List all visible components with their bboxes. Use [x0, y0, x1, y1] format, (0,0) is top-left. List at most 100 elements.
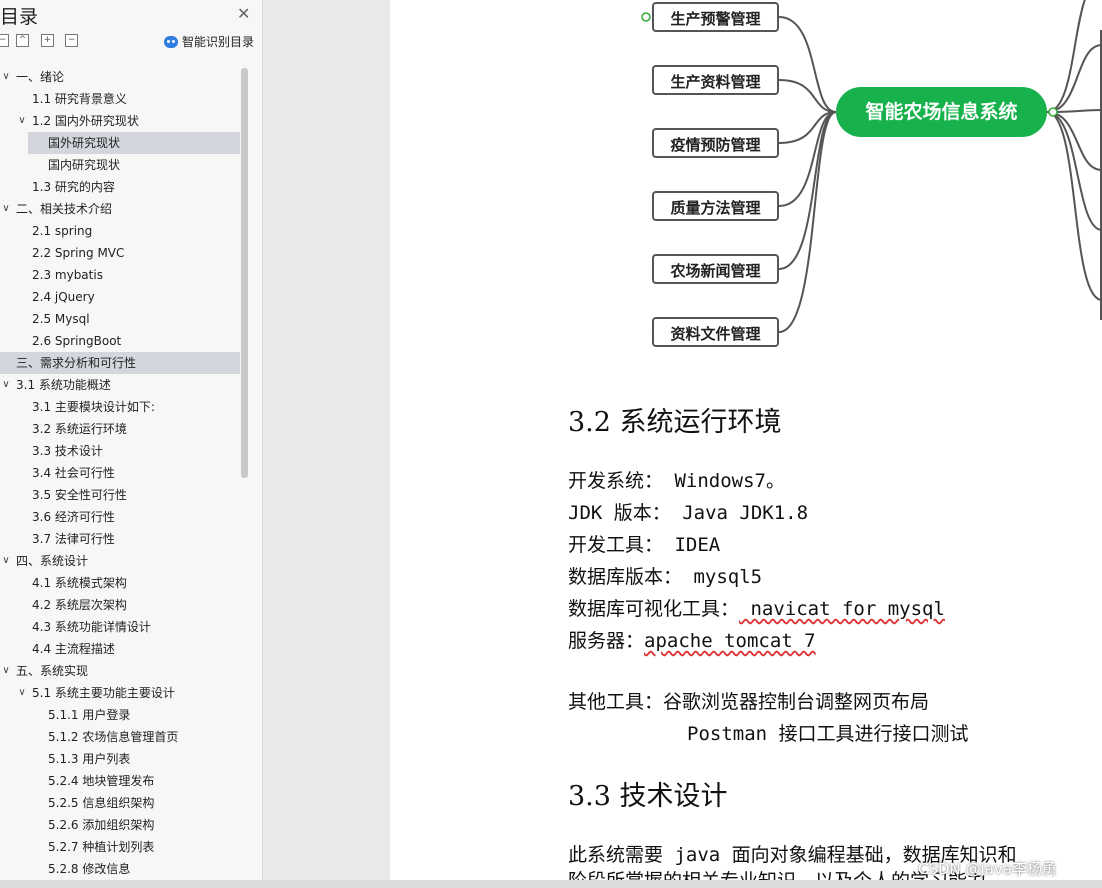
toc-item[interactable]: 5.2.6 添加组织架构: [0, 814, 240, 836]
toc-item-label: 5.2.4 地块管理发布: [48, 774, 155, 788]
mindmap-node: 农场新闻管理: [652, 254, 779, 284]
toc-item-label: 3.5 安全性可行性: [32, 488, 127, 502]
toc-item-label: 一、绪论: [16, 70, 65, 84]
robot-icon: [164, 35, 178, 48]
toc-item-label: 三、需求分析和可行性: [16, 356, 137, 370]
toc-item-label: 1.1 研究背景意义: [32, 92, 127, 106]
mindmap-center-node: 智能农场信息系统: [836, 87, 1047, 137]
toc-item[interactable]: ∨ 1.2 国内外研究现状: [0, 110, 240, 132]
mindmap-node: 疫情预防管理: [652, 128, 779, 158]
toc-item[interactable]: 5.1.1 用户登录: [0, 704, 240, 726]
toc-item-label: 3.6 经济可行性: [32, 510, 115, 524]
env-line-5: 数据库可视化工具： navicat for mysql: [568, 598, 945, 620]
toc-item[interactable]: 2.4 jQuery: [0, 286, 240, 308]
toc-item[interactable]: 1.1 研究背景意义: [0, 88, 240, 110]
remove-heading-icon[interactable]: −: [65, 34, 78, 47]
toc-item[interactable]: 3.4 社会可行性: [0, 462, 240, 484]
toc-item[interactable]: 5.1.2 农场信息管理首页: [0, 726, 240, 748]
expand-icon[interactable]: ^: [16, 34, 29, 47]
bottom-toolbar-strip: [0, 880, 1102, 888]
toc-item[interactable]: 2.5 Mysql: [0, 308, 240, 330]
sidebar-scrollbar[interactable]: [241, 68, 248, 478]
other-tools-line-1: 其他工具：谷歌浏览器控制台调整网页布局: [568, 691, 930, 713]
toc-item[interactable]: 3.5 安全性可行性: [0, 484, 240, 506]
toc-item[interactable]: 3.6 经济可行性: [0, 506, 240, 528]
toc-item-label: 3.4 社会可行性: [32, 466, 115, 480]
toc-item[interactable]: 1.3 研究的内容: [0, 176, 240, 198]
toc-item[interactable]: ∨ 二、相关技术介绍: [0, 198, 240, 220]
toc-item-label: 3.2 系统运行环境: [32, 422, 127, 436]
env-line-4: 数据库版本： mysql5: [568, 566, 763, 588]
env-line-1: 开发系统： Windows7。: [568, 470, 785, 492]
toc-item[interactable]: 4.2 系统层次架构: [0, 594, 240, 616]
toc-item[interactable]: ∨ 一、绪论: [0, 66, 240, 88]
toc-item[interactable]: 3.1 主要模块设计如下:: [0, 396, 240, 418]
chevron-down-icon[interactable]: ∨: [16, 110, 28, 132]
toc-item-label: 国内研究现状: [48, 158, 121, 172]
mindmap-node: 资料文件管理: [652, 317, 779, 347]
mindmap-connectors: [641, 0, 1102, 333]
toc-item[interactable]: 5.1.3 用户列表: [0, 748, 240, 770]
toc-item[interactable]: 4.4 主流程描述: [0, 638, 240, 660]
toc-item[interactable]: 3.2 系统运行环境: [0, 418, 240, 440]
toc-item[interactable]: 2.3 mybatis: [0, 264, 240, 286]
chevron-down-icon[interactable]: ∨: [0, 660, 12, 682]
toc-item-label: 2.6 SpringBoot: [32, 334, 122, 348]
toc-item-label: 3.3 技术设计: [32, 444, 103, 458]
toc-item[interactable]: ∨ 3.1 系统功能概述: [0, 374, 240, 396]
smart-toc-label: 智能识别目录: [182, 35, 255, 49]
toc-item-label: 4.4 主流程描述: [32, 642, 115, 656]
toc-item[interactable]: 3.7 法律可行性: [0, 528, 240, 550]
mindmap-node: 质量方法管理: [652, 191, 779, 221]
toc-item-label: 3.1 主要模块设计如下:: [32, 400, 155, 414]
env-line-6: 服务器：apache tomcat 7: [568, 630, 816, 652]
chevron-down-icon[interactable]: ∨: [0, 374, 12, 396]
toc-item-label: 2.1 spring: [32, 224, 93, 238]
toc-item-label: 5.1 系统主要功能主要设计: [32, 686, 175, 700]
toc-item-label: 二、相关技术介绍: [16, 202, 113, 216]
toc-item[interactable]: 2.2 Spring MVC: [0, 242, 240, 264]
toc-item-label: 5.2.6 添加组织架构: [48, 818, 155, 832]
mindmap-node: 生产预警管理: [652, 2, 779, 32]
toc-item-label: 3.7 法律可行性: [32, 532, 115, 546]
toc-sidebar: 目录 ✕ − ^ + − 智能识别目录 ∨ 一、绪论 1.1 研究背景意义 ∨ 1.2 …: [0, 0, 263, 888]
toc-item-label: 2.3 mybatis: [32, 268, 103, 282]
toc-item[interactable]: 5.2.4 地块管理发布: [0, 770, 240, 792]
heading-3-2: 3.2 系统运行环境: [568, 407, 782, 438]
toc-item[interactable]: ∨ 四、系统设计: [0, 550, 240, 572]
smart-toc-button[interactable]: 智能识别目录: [164, 33, 254, 50]
toc-item[interactable]: 5.2.7 种植计划列表: [0, 836, 240, 858]
collapse-all-icon[interactable]: −: [0, 34, 9, 47]
toc-item[interactable]: 4.1 系统模式架构: [0, 572, 240, 594]
toc-item-label: 2.4 jQuery: [32, 290, 95, 304]
chevron-down-icon[interactable]: ∨: [0, 550, 12, 572]
chevron-down-icon[interactable]: ∨: [16, 682, 28, 704]
toc-item[interactable]: 国外研究现状: [28, 132, 240, 154]
toc-item[interactable]: 5.2.8 修改信息: [0, 858, 240, 880]
close-icon[interactable]: ✕: [237, 4, 250, 23]
toc-item-label: 五、系统实现: [16, 664, 89, 678]
chevron-down-icon[interactable]: ∨: [0, 66, 12, 88]
toc-item[interactable]: 2.1 spring: [0, 220, 240, 242]
toc-item[interactable]: ∨ 五、系统实现: [0, 660, 240, 682]
toc-item-label: 5.2.7 种植计划列表: [48, 840, 155, 854]
toc-item-label: 2.5 Mysql: [32, 312, 90, 326]
toc-item-label: 1.2 国内外研究现状: [32, 114, 139, 128]
toc-item-label: 5.1.2 农场信息管理首页: [48, 730, 179, 744]
toc-item[interactable]: 三、需求分析和可行性: [0, 352, 240, 374]
toc-item[interactable]: 4.3 系统功能详情设计: [0, 616, 240, 638]
toc-item[interactable]: 5.2.5 信息组织架构: [0, 792, 240, 814]
env-line-3: 开发工具： IDEA: [568, 534, 721, 556]
heading-3-3: 3.3 技术设计: [568, 781, 728, 812]
toc-item[interactable]: 2.6 SpringBoot: [0, 330, 240, 352]
toc-item-label: 2.2 Spring MVC: [32, 246, 125, 260]
toc-item-label: 4.1 系统模式架构: [32, 576, 127, 590]
chevron-down-icon[interactable]: ∨: [0, 198, 12, 220]
toc-item-label: 3.1 系统功能概述: [16, 378, 111, 392]
toc-item[interactable]: ∨ 5.1 系统主要功能主要设计: [0, 682, 240, 704]
toc-item[interactable]: 3.3 技术设计: [0, 440, 240, 462]
add-heading-icon[interactable]: +: [41, 34, 54, 47]
toc-item[interactable]: 国内研究现状: [0, 154, 240, 176]
toc-list: ∨ 一、绪论 1.1 研究背景意义 ∨ 1.2 国内外研究现状国外研究现状国内研究现状 1…: [0, 66, 240, 880]
toc-item-label: 4.2 系统层次架构: [32, 598, 127, 612]
